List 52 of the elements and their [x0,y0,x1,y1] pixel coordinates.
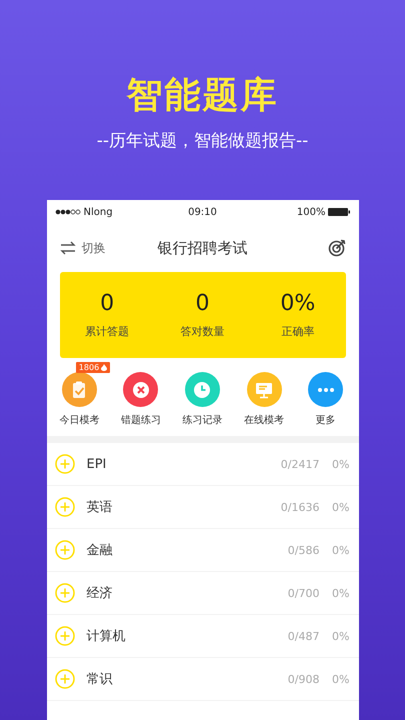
battery-icon [328,208,350,216]
page-title: 银行招聘考试 [156,238,248,258]
target-icon[interactable] [328,239,346,257]
headline: 智能题库 [126,74,278,118]
close-icon[interactable] [123,372,158,407]
expand-icon[interactable] [54,583,74,603]
subject-name[interactable]: 金融 [86,541,288,559]
stat-value: 0% [280,291,316,316]
expand-icon[interactable] [54,626,74,646]
battery-percent: 100% [296,206,326,218]
switch-button[interactable]: 切换 [60,240,130,256]
count-badge: 1806 [76,362,110,373]
status-time: 09:10 [188,206,217,218]
subtitle: --历年试题，智能做题报告-- [96,130,308,152]
monitor-icon[interactable] [246,372,282,407]
progress-count: 0/700 [288,586,320,600]
clock-icon[interactable] [184,372,220,407]
stat-label: 正确率 [281,324,314,339]
subject-name[interactable]: 经济 [86,584,288,602]
carrier-name: Nlong [84,206,113,218]
accuracy-rate: 0% [331,586,350,600]
subject-name[interactable]: 英语 [86,498,281,516]
accuracy-rate: 0% [331,672,350,686]
shortcut-label[interactable]: 练习记录 [182,413,222,427]
progress-count: 0/1636 [280,500,320,514]
expand-icon[interactable] [54,497,74,517]
clipboard-icon[interactable] [62,372,97,407]
swap-icon [60,241,76,255]
accuracy-rate: 0% [331,544,350,556]
accuracy-rate: 0% [331,500,350,514]
stat-label: 答对数量 [180,324,224,339]
shortcut-label[interactable]: 今日模考 [59,413,100,427]
expand-icon[interactable] [54,669,74,689]
subject-name[interactable]: EPI [86,456,281,472]
subject-name[interactable]: 计算机 [86,627,288,645]
progress-count: 0/487 [288,630,320,642]
subject-name[interactable]: 常识 [86,670,288,688]
signal-icon [54,209,80,215]
progress-count: 0/908 [288,672,320,686]
accuracy-rate: 0% [331,458,350,470]
shortcut-label[interactable]: 更多 [316,413,336,427]
expand-icon[interactable] [54,454,74,474]
more-icon[interactable] [308,372,344,407]
shortcut-label[interactable]: 在线模考 [244,413,284,427]
expand-icon[interactable] [54,540,74,560]
stat-value: 0 [100,291,114,316]
accuracy-rate: 0% [331,630,350,642]
progress-count: 0/586 [288,544,320,556]
shortcut-label[interactable]: 错题练习 [120,413,161,427]
stat-label: 累计答题 [85,324,130,339]
progress-count: 0/2417 [280,458,320,470]
stat-value: 0 [195,291,210,316]
